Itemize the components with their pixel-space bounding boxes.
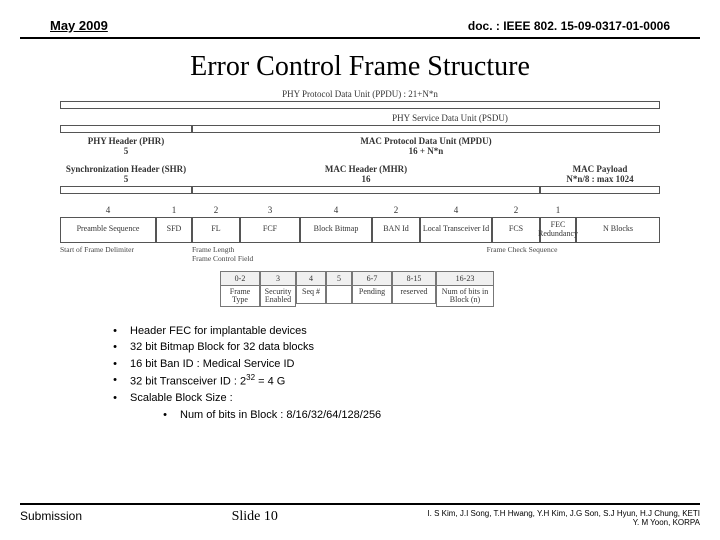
field-xcvr: Local Transceiver Id (420, 217, 492, 243)
field-fcf: FCF (240, 217, 300, 243)
header-bar: May 2009 doc. : IEEE 802. 15-09-0317-01-… (20, 0, 700, 39)
field-row: Preamble Sequence SFD FL FCF Block Bitma… (60, 217, 660, 243)
mhr-label: MAC Header (MHR) (192, 164, 540, 174)
shr-label: Synchronization Header (SHR) (60, 164, 192, 174)
mpdu-width: 16 + N*n (192, 146, 660, 156)
bullet-4: 32 bit Transceiver ID : 232 = 4 G (130, 372, 285, 390)
shr-width: 5 (60, 174, 192, 184)
footer-left: Submission (20, 509, 82, 523)
shr-mhr-bars (60, 186, 660, 195)
field-fcs: FCS (492, 217, 540, 243)
note-fcf: Frame Control Field (192, 254, 300, 263)
note-sfd: Start of Frame Delimiter (60, 245, 192, 254)
mpdu-label: MAC Protocol Data Unit (MPDU) (192, 136, 660, 146)
shr-mhr-labels: Synchronization Header (SHR) 5 MAC Heade… (60, 164, 660, 184)
bullet-5: Scalable Block Size : (130, 390, 233, 407)
ppdu-caption: PHY Protocol Data Unit (PPDU) : 21+N*n (60, 89, 660, 99)
header-docref: doc. : IEEE 802. 15-09-0317-01-0006 (468, 19, 670, 33)
page-title: Error Control Frame Structure (0, 51, 720, 83)
bullet-1: Header FEC for implantable devices (130, 323, 307, 340)
frame-diagram: PHY Protocol Data Unit (PPDU) : 21+N*n P… (60, 89, 660, 307)
payload-label: MAC Payload (540, 164, 660, 174)
footer-center: Slide 10 (232, 509, 278, 525)
bullet-5-sub: Num of bits in Block : 8/16/32/64/128/25… (180, 407, 381, 424)
field-fl: FL (192, 217, 240, 243)
payload-width: N*n/8 : max 1024 (540, 174, 660, 184)
footer-bar: Submission Slide 10 I. S Kim, J.I Song, … (20, 503, 700, 528)
field-sfd: SFD (156, 217, 192, 243)
field-ban: BAN Id (372, 217, 420, 243)
phr-width: 5 (60, 146, 192, 156)
mhr-width: 16 (192, 174, 540, 184)
bullet-2: 32 bit Bitmap Block for 32 data blocks (130, 339, 314, 356)
field-blocks: N Blocks (576, 217, 660, 243)
psdu-caption: PHY Service Data Unit (PSDU) (240, 113, 660, 123)
note-fcs: Frame Check Sequence (480, 245, 564, 263)
field-notes: Start of Frame Delimiter Frame Length Fr… (60, 243, 660, 263)
field-red: FEC Redundancy (540, 217, 576, 243)
field-preamble: Preamble Sequence (60, 217, 156, 243)
phr-label: PHY Header (PHR) (60, 136, 192, 146)
field-bitmap: Block Bitmap (300, 217, 372, 243)
field-widths: 4 1 2 3 4 2 4 2 1 (60, 205, 660, 215)
ppdu-bar (60, 101, 660, 109)
footer-right: I. S Kim, J.I Song, T.H Hwang, Y.H Kim, … (427, 509, 700, 528)
note-fl: Frame Length (192, 245, 300, 254)
psdu-bars (60, 125, 660, 134)
phr-mpdu-labels: PHY Header (PHR) 5 MAC Protocol Data Uni… (60, 136, 660, 156)
header-date: May 2009 (50, 18, 108, 33)
bullet-3: 16 bit Ban ID : Medical Service ID (130, 356, 294, 373)
bullet-list: •Header FEC for implantable devices •32 … (100, 323, 720, 424)
fcf-table: 0-2 Frame Type 3 Security Enabled 4 Seq … (220, 271, 660, 307)
